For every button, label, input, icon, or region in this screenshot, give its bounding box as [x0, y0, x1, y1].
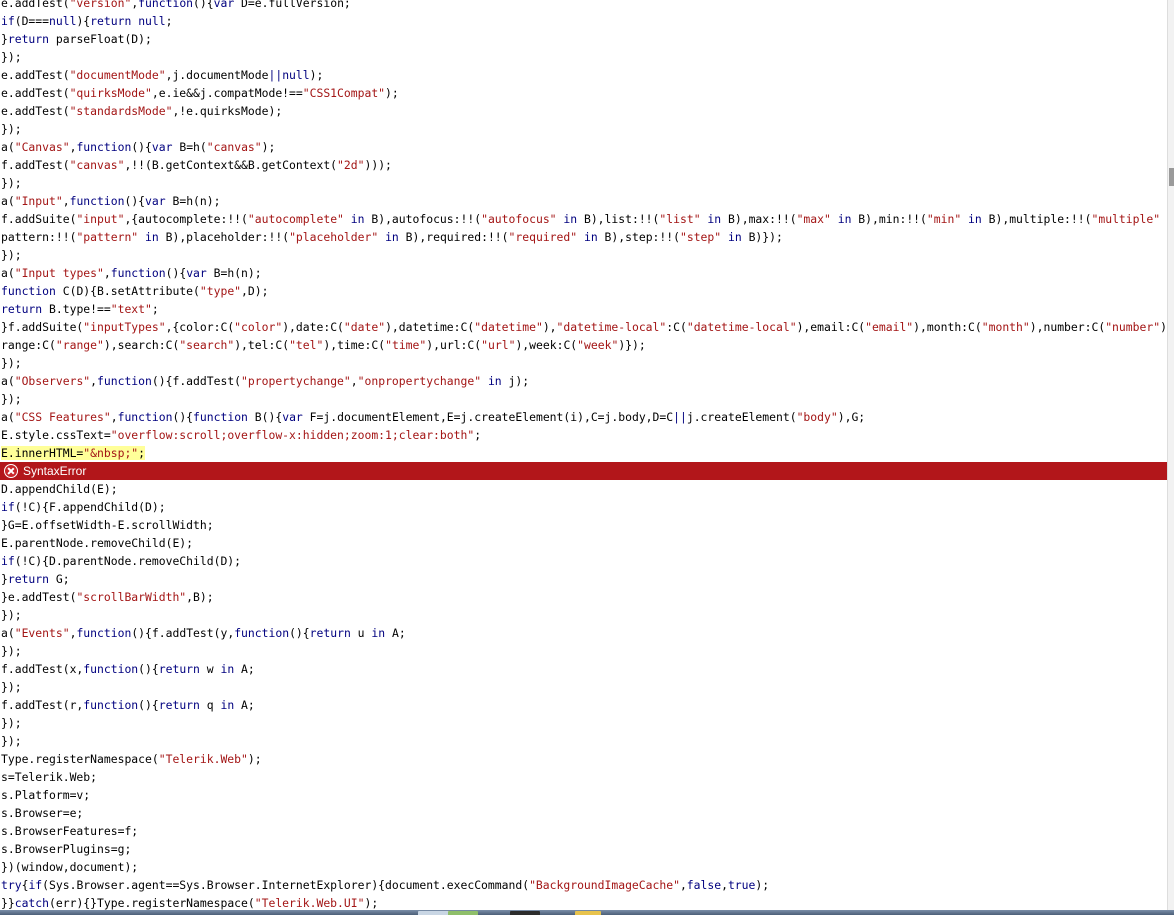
- code-line[interactable]: });: [0, 732, 1168, 750]
- code-line[interactable]: a("Input types",function(){var B=h(n);: [0, 264, 1168, 282]
- highlighted-code-text: E.innerHTML="&nbsp;";: [1, 446, 146, 460]
- vertical-scrollbar[interactable]: [1167, 0, 1174, 910]
- code-line[interactable]: });: [0, 174, 1168, 192]
- code-line[interactable]: function C(D){B.setAttribute("type",D);: [0, 282, 1168, 300]
- code-line[interactable]: s.Browser=e;: [0, 804, 1168, 822]
- code-line[interactable]: range:C("range"),search:C("search"),tel:…: [0, 336, 1168, 354]
- code-line[interactable]: a("Events",function(){f.addTest(y,functi…: [0, 624, 1168, 642]
- code-line[interactable]: });: [0, 606, 1168, 624]
- code-line[interactable]: return B.type!=="text";: [0, 300, 1168, 318]
- code-line[interactable]: s.BrowserFeatures=f;: [0, 822, 1168, 840]
- code-line[interactable]: });: [0, 120, 1168, 138]
- code-line[interactable]: Type.registerNamespace("Telerik.Web");: [0, 750, 1168, 768]
- code-line[interactable]: E.style.cssText="overflow:scroll;overflo…: [0, 426, 1168, 444]
- code-line[interactable]: f.addSuite("input",{autocomplete:!!("aut…: [0, 210, 1168, 228]
- code-line[interactable]: f.addTest("canvas",!!(B.getContext&&B.ge…: [0, 156, 1168, 174]
- code-line[interactable]: a("Observers",function(){f.addTest("prop…: [0, 372, 1168, 390]
- scrollbar-thumb[interactable]: [1169, 168, 1174, 186]
- code-line[interactable]: if(D===null){return null;: [0, 12, 1168, 30]
- code-line[interactable]: s=Telerik.Web;: [0, 768, 1168, 786]
- code-line[interactable]: }e.addTest("scrollBarWidth",B);: [0, 588, 1168, 606]
- syntax-error-banner[interactable]: SyntaxError: [0, 462, 1168, 480]
- code-line[interactable]: }G=E.offsetWidth-E.scrollWidth;: [0, 516, 1168, 534]
- code-line[interactable]: if(!C){D.parentNode.removeChild(D);: [0, 552, 1168, 570]
- code-line[interactable]: f.addTest(x,function(){return w in A;: [0, 660, 1168, 678]
- taskbar-button[interactable]: [448, 911, 478, 915]
- code-line[interactable]: }return G;: [0, 570, 1168, 588]
- code-line[interactable]: f.addTest(r,function(){return q in A;: [0, 696, 1168, 714]
- code-line[interactable]: a("Input",function(){var B=h(n);: [0, 192, 1168, 210]
- code-line[interactable]: e.addTest("quirksMode",e.ie&&j.compatMod…: [0, 84, 1168, 102]
- code-line[interactable]: });: [0, 642, 1168, 660]
- code-line[interactable]: try{if(Sys.Browser.agent==Sys.Browser.In…: [0, 876, 1168, 894]
- code-line[interactable]: e.addTest("standardsMode",!e.quirksMode)…: [0, 102, 1168, 120]
- taskbar-button[interactable]: [510, 911, 540, 915]
- code-line[interactable]: s.Platform=v;: [0, 786, 1168, 804]
- code-line[interactable]: E.parentNode.removeChild(E);: [0, 534, 1168, 552]
- code-line[interactable]: });: [0, 246, 1168, 264]
- code-line[interactable]: })(window,document);: [0, 858, 1168, 876]
- code-line[interactable]: D.appendChild(E);: [0, 480, 1168, 498]
- taskbar: [0, 910, 1174, 915]
- code-line[interactable]: a("CSS Features",function(){function B()…: [0, 408, 1168, 426]
- code-line[interactable]: e.addTest("documentMode",j.documentMode|…: [0, 66, 1168, 84]
- code-line[interactable]: });: [0, 390, 1168, 408]
- code-editor[interactable]: e.addTest("version",function(){var D=e.f…: [0, 0, 1168, 912]
- code-line[interactable]: }f.addSuite("inputTypes",{color:C("color…: [0, 318, 1168, 336]
- highlighted-code-line[interactable]: E.innerHTML="&nbsp;";: [0, 444, 1168, 462]
- error-message: SyntaxError: [23, 464, 87, 478]
- code-line[interactable]: pattern:!!("pattern" in B),placeholder:!…: [0, 228, 1168, 246]
- code-line[interactable]: }return parseFloat(D);: [0, 30, 1168, 48]
- code-line[interactable]: });: [0, 354, 1168, 372]
- code-line[interactable]: if(!C){F.appendChild(D);: [0, 498, 1168, 516]
- code-line[interactable]: });: [0, 48, 1168, 66]
- code-line[interactable]: e.addTest("version",function(){var D=e.f…: [0, 0, 1168, 12]
- taskbar-button[interactable]: [575, 911, 601, 915]
- code-line[interactable]: });: [0, 714, 1168, 732]
- code-line[interactable]: a("Canvas",function(){var B=h("canvas");: [0, 138, 1168, 156]
- code-line[interactable]: });: [0, 678, 1168, 696]
- error-circle-x-icon: [4, 463, 18, 478]
- code-line[interactable]: s.BrowserPlugins=g;: [0, 840, 1168, 858]
